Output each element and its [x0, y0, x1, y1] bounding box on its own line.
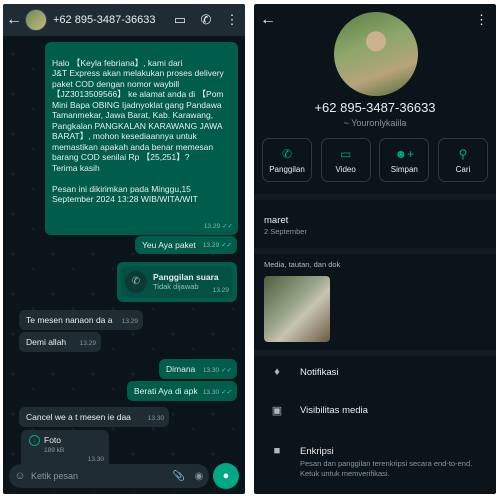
attach-icon[interactable]: 📎	[169, 471, 189, 482]
photo-attachment[interactable]: ↓ Foto 189 kB 13.30	[21, 430, 109, 468]
chat-header: ← +62 895-3487-36633 ▭ ✆ ⋮	[3, 4, 245, 36]
back-arrow-icon[interactable]: ←	[3, 11, 25, 29]
encryption-description: Pesan dan panggilan terenkripsi secara e…	[300, 459, 473, 478]
message-text: Cancel we a t mesen ie daa	[26, 412, 131, 422]
read-ticks-icon: ✓✓	[221, 388, 232, 396]
video-icon[interactable]: ▭	[167, 12, 193, 28]
call-button[interactable]: ✆ Panggilan	[262, 138, 312, 182]
phone-icon[interactable]: ✆	[193, 12, 219, 28]
download-icon[interactable]: ↓	[29, 435, 40, 447]
search-icon: ⚲	[458, 146, 468, 161]
status-text: maret	[264, 215, 289, 226]
contact-name[interactable]: +62 895-3487-36633	[53, 14, 167, 26]
mic-icon[interactable]: ●	[213, 463, 239, 489]
message-text: Halo 【Keyla febriana】, kami dari J&T Exp…	[52, 57, 224, 205]
chat-panel: ← +62 895-3487-36633 ▭ ✆ ⋮ Halo 【Keyla f…	[3, 4, 245, 494]
message-input[interactable]: Ketik pesan	[31, 471, 169, 481]
read-ticks-icon: ✓✓	[221, 241, 232, 249]
message-bubble[interactable]: Demi allah 13.29	[19, 332, 101, 352]
camera-icon[interactable]: ◉	[189, 471, 209, 482]
missed-call-bubble[interactable]: ✆ Panggilan suara Tidak dijawab 13.29	[117, 262, 237, 302]
message-bubble[interactable]: Cancel we a t mesen ie daa 13.30	[19, 407, 169, 427]
photo-label: Foto	[44, 435, 62, 445]
more-icon[interactable]: ⋮	[219, 12, 245, 28]
phone-icon: ✆	[281, 146, 293, 161]
message-text: Demi allah	[26, 337, 67, 347]
media-visibility-label: Visibilitas media	[300, 405, 368, 416]
save-contact-button[interactable]: ☻+ Simpan	[379, 138, 430, 182]
call-title: Panggilan suara	[153, 271, 219, 282]
user-add-icon: ☻+	[394, 146, 415, 161]
read-ticks-icon: ✓✓	[222, 222, 233, 230]
video-label: Video	[335, 164, 356, 174]
divider	[254, 350, 496, 356]
search-label: Cari	[455, 164, 471, 174]
message-time: 13.29	[79, 339, 96, 347]
encryption-title: Enkripsi	[300, 445, 334, 457]
message-time: 13.29	[203, 222, 221, 230]
read-ticks-icon: ✓✓	[221, 366, 232, 374]
message-bubble[interactable]: Te mesen nanaon da a 13.29	[19, 310, 143, 330]
status-date: 2 September	[264, 227, 307, 236]
profile-photo[interactable]	[334, 12, 418, 96]
call-label: Panggilan	[269, 164, 305, 174]
message-time: 13.29	[202, 241, 220, 249]
phone-icon: ✆	[125, 271, 147, 293]
search-button[interactable]: ⚲ Cari	[437, 138, 488, 182]
message-time: 13.29	[212, 286, 229, 294]
message-time: 13.30	[147, 414, 164, 422]
message-text: Te mesen nanaon da a	[26, 315, 113, 325]
bell-icon: ♦	[274, 366, 280, 378]
message-bubble[interactable]: Halo 【Keyla febriana】, kami dari J&T Exp…	[45, 42, 238, 235]
media-thumbnail[interactable]	[264, 276, 330, 342]
message-text: Dimana	[166, 364, 196, 374]
message-text: Yeu Aya paket	[142, 240, 196, 250]
back-arrow-icon[interactable]: ←	[260, 11, 276, 29]
lock-icon: ■	[273, 445, 281, 457]
contact-info-panel: ← ⋮ +62 895-3487-36633 ~ Youronlykaiila …	[254, 4, 496, 494]
more-icon[interactable]: ⋮	[475, 12, 488, 28]
notification-label: Notifikasi	[300, 366, 339, 378]
video-icon: ▭	[339, 146, 352, 161]
call-status: Tidak dijawab	[153, 282, 199, 291]
contact-phone: +62 895-3487-36633	[314, 100, 436, 115]
media-visibility-row[interactable]: ▣ Visibilitas media	[254, 404, 496, 417]
encryption-row[interactable]: ■ Enkripsi	[254, 445, 496, 457]
notification-row[interactable]: ♦ Notifikasi	[254, 366, 496, 378]
media-section-label[interactable]: Media, tautan, dan dok	[264, 260, 340, 269]
divider	[254, 194, 496, 200]
message-bubble[interactable]: Berati Aya di apk 13.30 ✓✓	[127, 381, 237, 401]
message-time: 13.30	[202, 366, 220, 374]
image-icon: ▣	[271, 405, 283, 417]
message-bubble[interactable]: Dimana 13.30 ✓✓	[159, 359, 237, 379]
message-time: 13.30	[202, 388, 220, 396]
video-button[interactable]: ▭ Video	[320, 138, 371, 182]
message-time: 13.29	[121, 317, 138, 325]
save-label: Simpan	[390, 164, 418, 174]
emoji-icon[interactable]: ☺	[9, 470, 31, 482]
divider	[254, 248, 496, 254]
message-text: Berati Aya di apk	[134, 386, 198, 396]
message-bubble[interactable]: Yeu Aya paket 13.29 ✓✓	[135, 236, 237, 254]
message-input-bar: ☺ Ketik pesan 📎 ◉	[9, 464, 209, 488]
avatar[interactable]	[25, 9, 47, 31]
action-buttons: ✆ Panggilan ▭ Video ☻+ Simpan ⚲ Cari	[262, 138, 488, 182]
contact-about: ~ Youronlykaiila	[343, 118, 407, 128]
